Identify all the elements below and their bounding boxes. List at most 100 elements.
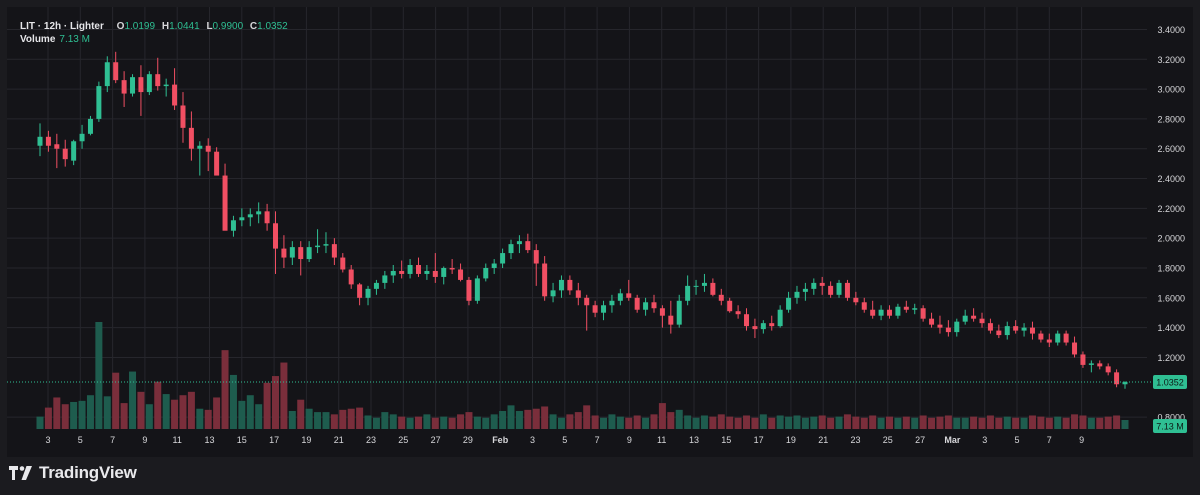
time-tick-label: 9	[142, 435, 147, 445]
candle	[71, 139, 77, 166]
candle	[533, 244, 539, 286]
candle-body	[979, 318, 985, 324]
time-tick-label: 19	[301, 435, 311, 445]
candle	[458, 263, 464, 282]
volume-bar	[692, 417, 700, 429]
time-tick-label: 21	[818, 435, 828, 445]
volume-bar	[961, 417, 969, 429]
volume-bar	[902, 416, 910, 429]
candle	[281, 235, 287, 268]
candle	[449, 259, 455, 274]
volume-bar	[936, 416, 944, 429]
time-tick-label: 25	[883, 435, 893, 445]
candle	[113, 51, 119, 84]
candle	[1114, 369, 1120, 388]
candle-body	[172, 84, 178, 106]
candle	[550, 282, 556, 303]
time-tick-label: 11	[657, 435, 666, 445]
candle-body	[466, 279, 472, 301]
candle-body	[96, 86, 102, 119]
candle	[214, 147, 220, 176]
candle-body	[1029, 327, 1035, 334]
candle	[920, 305, 926, 322]
candle	[1105, 363, 1111, 376]
candle-body	[903, 306, 909, 310]
candle	[121, 71, 127, 107]
candle	[844, 279, 850, 301]
time-tick-label: 15	[721, 435, 731, 445]
time-axis[interactable]: 3 5 7 9 11 13 15 17 19 21 23 25 27 29 Feb 3 5 7 9 11 13 15 17 1…	[45, 435, 1084, 445]
candle-body	[516, 241, 522, 245]
candle-body	[298, 247, 304, 260]
candle-body	[954, 321, 960, 333]
candle	[937, 315, 943, 334]
time-tick-label: 27	[915, 435, 925, 445]
volume-bar	[919, 415, 927, 429]
volume-bar	[557, 417, 565, 429]
candle-body	[937, 324, 943, 328]
volume-bar	[667, 412, 675, 429]
symbol-title[interactable]: LIT · 12h · Lighter	[20, 21, 104, 32]
candle-body	[601, 305, 607, 313]
volume-bar	[314, 412, 322, 429]
candle-body	[424, 270, 430, 274]
candle	[945, 320, 951, 337]
candle	[298, 241, 304, 276]
candle-body	[744, 314, 750, 327]
candle-body	[886, 309, 892, 316]
candle	[230, 215, 236, 237]
time-tick-label: 3	[982, 435, 987, 445]
candle-body	[323, 244, 329, 246]
candle-body	[449, 267, 455, 270]
volume-bar	[566, 414, 574, 429]
candlestick-chart[interactable]: 3.4000 3.2000 3.0000 2.8000 2.6000 2.4000 2.20…	[7, 7, 1193, 457]
candle-body	[819, 282, 825, 286]
volume-bar	[120, 403, 128, 429]
high-label: H	[161, 21, 170, 32]
candle-body	[550, 290, 556, 297]
price-axis[interactable]: 3.4000 3.2000 3.0000 2.8000 2.6000 2.4000 2.20…	[1153, 25, 1187, 433]
volume-bar	[154, 381, 162, 429]
candle	[979, 312, 985, 328]
volume-bar	[322, 412, 330, 429]
volume-bar	[423, 414, 431, 429]
tradingview-branding[interactable]: TradingView	[9, 461, 137, 485]
volume-bar	[1037, 416, 1045, 429]
volume-bar	[280, 362, 288, 429]
candle-body	[1013, 326, 1019, 331]
candle-body	[844, 282, 850, 298]
candle-body	[281, 248, 287, 258]
candle	[1097, 360, 1103, 370]
candle-body	[643, 302, 649, 310]
candle	[1038, 330, 1044, 343]
volume-bar	[53, 397, 61, 429]
candle-body	[668, 315, 674, 325]
candle-body	[130, 77, 136, 94]
volume-bar	[1121, 419, 1129, 429]
volume-bar	[928, 417, 936, 429]
candle-body	[155, 74, 161, 87]
candle	[861, 297, 867, 313]
volume-bar	[600, 417, 608, 429]
candle	[643, 297, 649, 316]
volume-bar	[61, 404, 69, 429]
candle-body	[676, 300, 682, 325]
candle-body	[1088, 363, 1094, 365]
volume-bar	[213, 397, 221, 429]
volume-bar	[431, 417, 439, 429]
volume-bar	[785, 416, 793, 429]
candle	[1063, 330, 1069, 346]
candle-body	[508, 244, 514, 254]
candle-body	[382, 275, 388, 283]
volume-legend: Volume 7.13 M	[20, 34, 90, 45]
candle-body	[222, 175, 228, 231]
volume-value: 7.13 M	[59, 34, 90, 45]
volume-bar	[171, 399, 179, 429]
volume-bar	[381, 412, 389, 429]
candle-body	[146, 74, 152, 93]
volume-label[interactable]: Volume	[20, 34, 55, 45]
time-tick-label: Mar	[944, 435, 961, 445]
candle	[96, 81, 102, 122]
chart-panel[interactable]: 3.4000 3.2000 3.0000 2.8000 2.6000 2.4000 2.20…	[7, 7, 1193, 457]
time-tick-label: 5	[562, 435, 567, 445]
